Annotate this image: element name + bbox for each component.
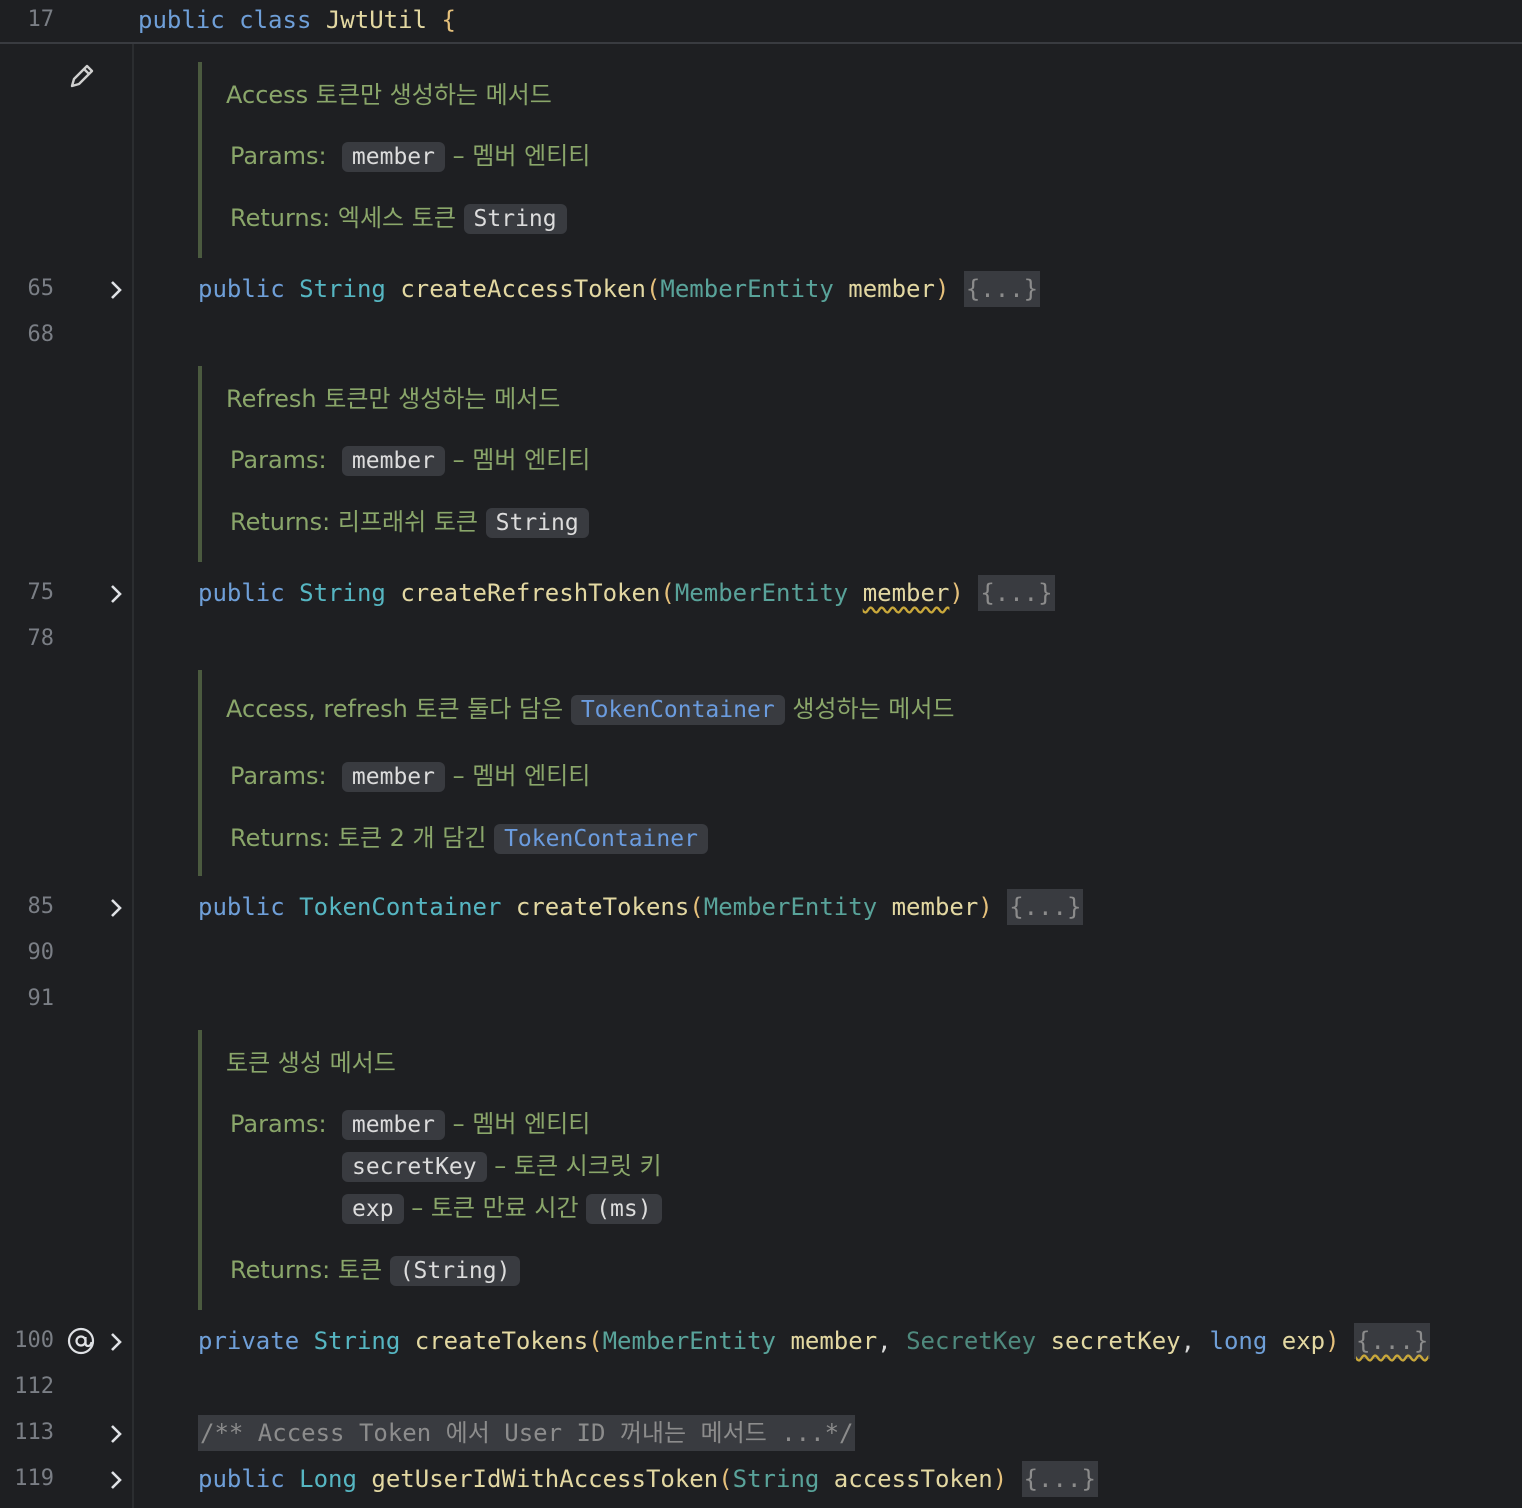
method-create-access-token[interactable]: public String createAccessToken(MemberEn… xyxy=(198,271,1041,307)
javadoc-params: Params: member – 멤버 엔티티 xyxy=(230,762,591,792)
javadoc-refresh-token[interactable]: Refresh 토큰만 생성하는 메서드 Params: member – 멤버… xyxy=(198,366,590,562)
javadoc-params: Params: member – 멤버 엔티티 xyxy=(230,1110,591,1140)
link-chip: TokenContainer xyxy=(570,695,785,725)
line-number: 90 xyxy=(27,940,55,965)
warning-param: member xyxy=(862,579,950,607)
method-get-user-id[interactable]: public Long getUserIdWithAccessToken(Str… xyxy=(198,1461,1098,1497)
javadoc-param-exp: exp – 토큰 만료 시간 (ms) xyxy=(342,1191,662,1226)
method-create-tokens[interactable]: public TokenContainer createTokens(Membe… xyxy=(198,889,1084,925)
type-chip: String xyxy=(485,508,589,538)
at-sign-icon[interactable] xyxy=(66,1326,96,1356)
line-number: 17 xyxy=(27,7,55,32)
unit-chip: (ms) xyxy=(586,1194,662,1224)
method-create-refresh-token[interactable]: public String createRefreshToken(MemberE… xyxy=(198,575,1055,611)
line-number: 100 xyxy=(14,1328,54,1353)
chevron-right-icon[interactable] xyxy=(104,896,128,920)
javadoc-returns: Returns: 토큰 2 개 담긴 TokenContainer xyxy=(230,821,708,856)
javadoc-params: Params: member – 멤버 엔티티 xyxy=(230,142,591,172)
line-number: 112 xyxy=(14,1374,54,1399)
javadoc-returns: Returns: 리프래쉬 토큰 String xyxy=(230,505,589,540)
folded-body: {...} xyxy=(963,271,1041,307)
folded-javadoc-comment[interactable]: /** Access Token 에서 User ID 꺼내는 메서드 ...*… xyxy=(198,1415,856,1451)
line-number: 75 xyxy=(27,580,55,605)
param-chip: secretKey xyxy=(342,1152,487,1182)
javadoc-summary: Refresh 토큰만 생성하는 메서드 xyxy=(226,385,561,413)
javadoc-param-secretkey: secretKey – 토큰 시크릿 키 xyxy=(342,1149,662,1184)
param-chip: member xyxy=(341,1110,446,1140)
sticky-class-header[interactable]: 17 public class JwtUtil { xyxy=(0,0,1522,44)
javadoc-params: Params: member – 멤버 엔티티 xyxy=(230,446,591,476)
javadoc-summary: Access 토큰만 생성하는 메서드 xyxy=(226,81,552,109)
line-number: 65 xyxy=(27,276,55,301)
line-number: 78 xyxy=(27,626,55,651)
chevron-right-icon[interactable] xyxy=(104,1468,128,1492)
javadoc-summary: 토큰 생성 메서드 xyxy=(226,1049,396,1077)
link-chip: TokenContainer xyxy=(494,824,708,854)
line-number: 119 xyxy=(14,1466,54,1491)
type-chip: String xyxy=(463,204,567,234)
param-chip: exp xyxy=(342,1194,404,1224)
chevron-right-icon[interactable] xyxy=(104,1422,128,1446)
param-chip: member xyxy=(341,446,446,476)
folded-body: {...} xyxy=(1007,889,1084,925)
line-number: 68 xyxy=(27,322,55,347)
line-number: 91 xyxy=(27,986,55,1011)
javadoc-returns: Returns: 엑세스 토큰 String xyxy=(230,201,567,236)
folded-body: {...} xyxy=(1021,1461,1098,1497)
javadoc-create-tokens-private[interactable]: 토큰 생성 메서드 Params: member – 멤버 엔티티 secret… xyxy=(198,1030,662,1310)
folded-body: {...} xyxy=(1354,1323,1431,1359)
javadoc-returns: Returns: 토큰 (String) xyxy=(230,1253,521,1288)
pencil-icon[interactable] xyxy=(66,60,98,92)
javadoc-summary: Access, refresh 토큰 둘다 담은 TokenContainer … xyxy=(226,695,955,725)
gutter-separator xyxy=(132,44,134,1508)
folded-body: {...} xyxy=(978,575,1055,611)
sticky-code-line: public class JwtUtil { xyxy=(138,6,456,34)
javadoc-access-token[interactable]: Access 토큰만 생성하는 메서드 Params: member – 멤버 … xyxy=(198,62,590,258)
method-create-tokens-private[interactable]: private String createTokens(MemberEntity… xyxy=(198,1323,1431,1359)
javadoc-create-tokens[interactable]: Access, refresh 토큰 둘다 담은 TokenContainer … xyxy=(198,670,955,876)
chevron-right-icon[interactable] xyxy=(104,278,128,302)
line-number: 85 xyxy=(27,894,55,919)
param-chip: member xyxy=(341,142,446,172)
chevron-right-icon[interactable] xyxy=(104,582,128,606)
param-chip: member xyxy=(341,762,446,792)
line-number: 113 xyxy=(14,1420,54,1445)
chevron-right-icon[interactable] xyxy=(104,1330,128,1354)
type-chip: (String) xyxy=(389,1256,521,1286)
